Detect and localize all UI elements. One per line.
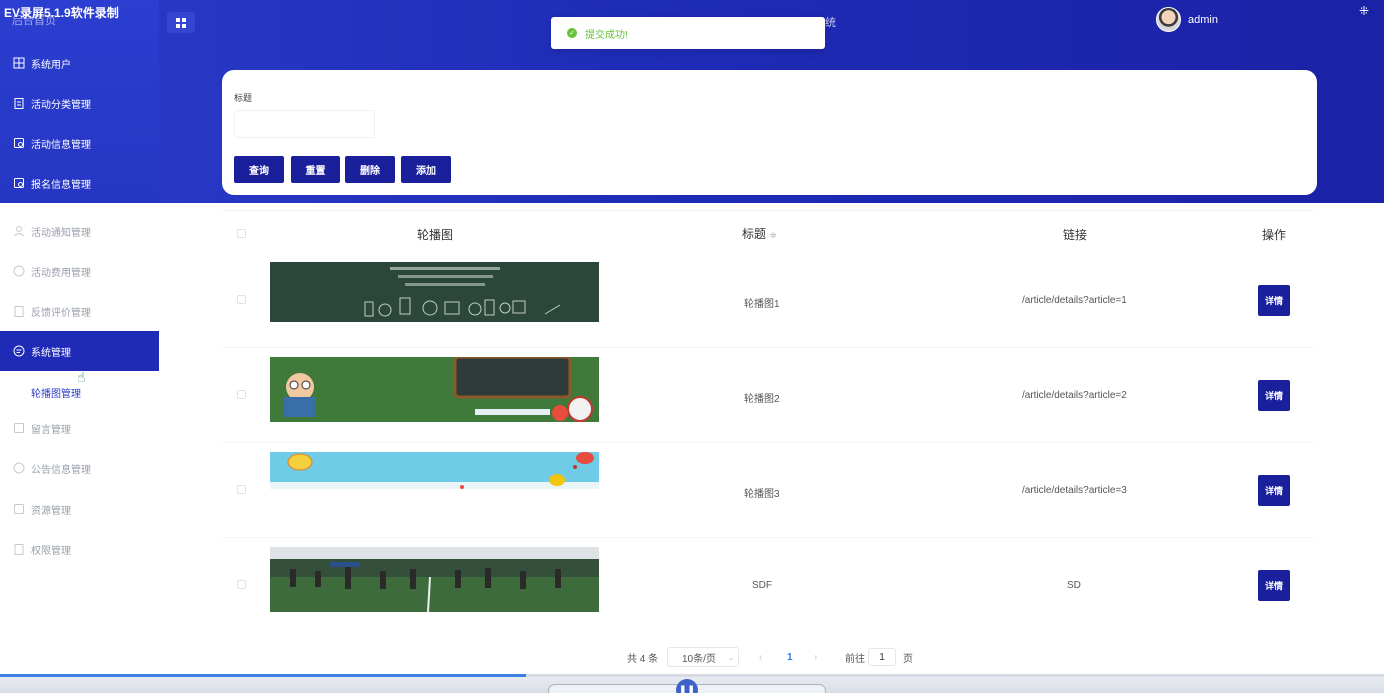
detail-button[interactable]: 详情 xyxy=(1258,285,1290,316)
carousel-image-playground xyxy=(270,547,599,612)
row-checkbox[interactable] xyxy=(237,580,246,589)
search-panel: 标题 查询 重置 删除 添加 xyxy=(222,70,1317,195)
delete-button[interactable]: 删除 xyxy=(345,156,395,183)
table-row: 轮播图3 /article/details?article=3 详情 xyxy=(222,443,1314,538)
sidebar-item-registration[interactable]: 报名信息管理 xyxy=(0,163,159,203)
row-checkbox[interactable] xyxy=(237,295,246,304)
doc-search-icon xyxy=(12,422,25,435)
sidebar-item-feedback[interactable]: 反馈评价管理 xyxy=(0,291,159,331)
add-button[interactable]: 添加 xyxy=(401,156,451,183)
clipboard-icon xyxy=(12,543,25,556)
sidebar-subitem-carousel[interactable]: 轮播图管理 xyxy=(31,385,81,400)
carousel-image-chalkboard xyxy=(270,262,599,322)
sidebar-item-label: 系统用户 xyxy=(31,59,71,71)
sidebar-item-notice[interactable]: 活动通知管理 xyxy=(0,211,159,251)
sidebar-item-permissions[interactable]: 权限管理 xyxy=(0,529,159,569)
row-title: SDF xyxy=(752,580,772,591)
chat-icon xyxy=(12,345,25,358)
goto-label: 前往 xyxy=(845,653,865,665)
sidebar-item-label: 活动通知管理 xyxy=(31,227,91,239)
row-link: SD xyxy=(1067,580,1081,591)
sidebar-item-activity-info[interactable]: 活动信息管理 xyxy=(0,123,159,163)
goto-page-input[interactable]: 1 xyxy=(868,648,896,666)
sidebar-item-label: 留言管理 xyxy=(31,424,71,436)
title-search-input[interactable] xyxy=(234,110,375,138)
sidebar-item-label: 资源管理 xyxy=(31,505,71,517)
reset-button[interactable]: 重置 xyxy=(291,156,340,183)
title-field-label: 标题 xyxy=(234,93,253,103)
query-button[interactable]: 查询 xyxy=(234,156,284,183)
grid-icon xyxy=(12,57,25,70)
system-title: 统 xyxy=(825,17,836,29)
prev-page-icon[interactable]: ‹ xyxy=(759,648,762,666)
clipboard-icon xyxy=(12,305,25,318)
select-all-checkbox[interactable] xyxy=(237,229,246,238)
sidebar-item-label: 报名信息管理 xyxy=(31,179,91,191)
toast-message: 提交成功! xyxy=(585,29,628,41)
detail-button[interactable]: 详情 xyxy=(1258,380,1290,411)
sidebar-item-label: 反馈评价管理 xyxy=(31,307,91,319)
success-toast: ✓ 提交成功! xyxy=(551,17,825,49)
row-link: /article/details?article=2 xyxy=(1022,390,1127,401)
header-title[interactable]: 标题 ≑ xyxy=(742,225,777,242)
row-title: 轮播图3 xyxy=(744,489,780,500)
chat-icon xyxy=(12,462,25,475)
carousel-image-classroom xyxy=(270,357,599,422)
sidebar-item-messages[interactable]: 留言管理 xyxy=(0,408,159,448)
detail-button[interactable]: 详情 xyxy=(1258,570,1290,601)
sidebar-item-label: 系统管理 xyxy=(31,347,71,359)
apps-icon xyxy=(176,17,186,28)
user-icon xyxy=(12,225,25,238)
doc-search-icon xyxy=(12,137,25,150)
page-size-value: 10条/页 xyxy=(682,653,716,665)
sidebar-item-resources[interactable]: 资源管理 xyxy=(0,489,159,529)
header-title-label: 标题 xyxy=(742,227,767,241)
chevron-down-icon: ⌄ xyxy=(727,652,735,662)
sidebar-item-label: 活动分类管理 xyxy=(31,99,91,111)
table-row: 轮播图2 /article/details?article=2 详情 xyxy=(222,348,1314,443)
page-size-select[interactable]: 10条/页 ⌄ xyxy=(667,647,739,667)
current-page[interactable]: 1 xyxy=(787,648,793,666)
next-page-icon[interactable]: › xyxy=(814,648,817,666)
sidebar-item-announcements[interactable]: 公告信息管理 xyxy=(0,448,159,488)
table-row: 轮播图1 /article/details?article=1 详情 xyxy=(222,253,1314,348)
doc-search-icon xyxy=(12,177,25,190)
header-link: 链接 xyxy=(1063,228,1088,242)
chat-icon xyxy=(12,265,25,278)
row-checkbox[interactable] xyxy=(237,485,246,494)
menu-toggle-button[interactable] xyxy=(167,12,195,33)
row-link: /article/details?article=1 xyxy=(1022,295,1127,306)
cursor-hand-icon: ☝ xyxy=(77,369,86,385)
sidebar-item-label: 公告信息管理 xyxy=(31,464,91,476)
pagination-total: 共 4 条 xyxy=(627,653,659,665)
row-checkbox[interactable] xyxy=(237,390,246,399)
avatar[interactable] xyxy=(1156,7,1181,32)
header-image: 轮播图 xyxy=(417,228,454,242)
clipboard-icon xyxy=(12,97,25,110)
sidebar-item-activity-category[interactable]: 活动分类管理 xyxy=(0,83,159,123)
table-top-divider xyxy=(222,210,1314,211)
sidebar-item-system-management[interactable]: 系统管理 xyxy=(0,331,159,371)
doc-search-icon xyxy=(12,503,25,516)
username[interactable]: admin xyxy=(1188,14,1218,26)
sidebar-item-system-users[interactable]: 系统用户 xyxy=(0,43,159,83)
detail-button[interactable]: 详情 xyxy=(1258,475,1290,506)
row-title: 轮播图2 xyxy=(744,394,780,405)
table-row: SDF SD 详情 xyxy=(222,538,1314,633)
sidebar-item-label: 活动费用管理 xyxy=(31,267,91,279)
row-link: /article/details?article=3 xyxy=(1022,485,1127,496)
fullscreen-icon[interactable]: ⁜ xyxy=(1359,4,1369,18)
check-circle-icon: ✓ xyxy=(567,28,577,38)
sidebar-item-fees[interactable]: 活动费用管理 xyxy=(0,251,159,291)
page-unit-label: 页 xyxy=(903,653,913,665)
recorder-watermark: EV录屏5.1.9软件录制 xyxy=(4,6,119,20)
carousel-image-balloons xyxy=(270,452,599,489)
sidebar-item-label: 活动信息管理 xyxy=(31,139,91,151)
header-action: 操作 xyxy=(1262,228,1287,242)
sort-icon[interactable]: ≑ xyxy=(769,230,777,240)
row-title: 轮播图1 xyxy=(744,299,780,310)
sidebar-item-label: 权限管理 xyxy=(31,545,71,557)
